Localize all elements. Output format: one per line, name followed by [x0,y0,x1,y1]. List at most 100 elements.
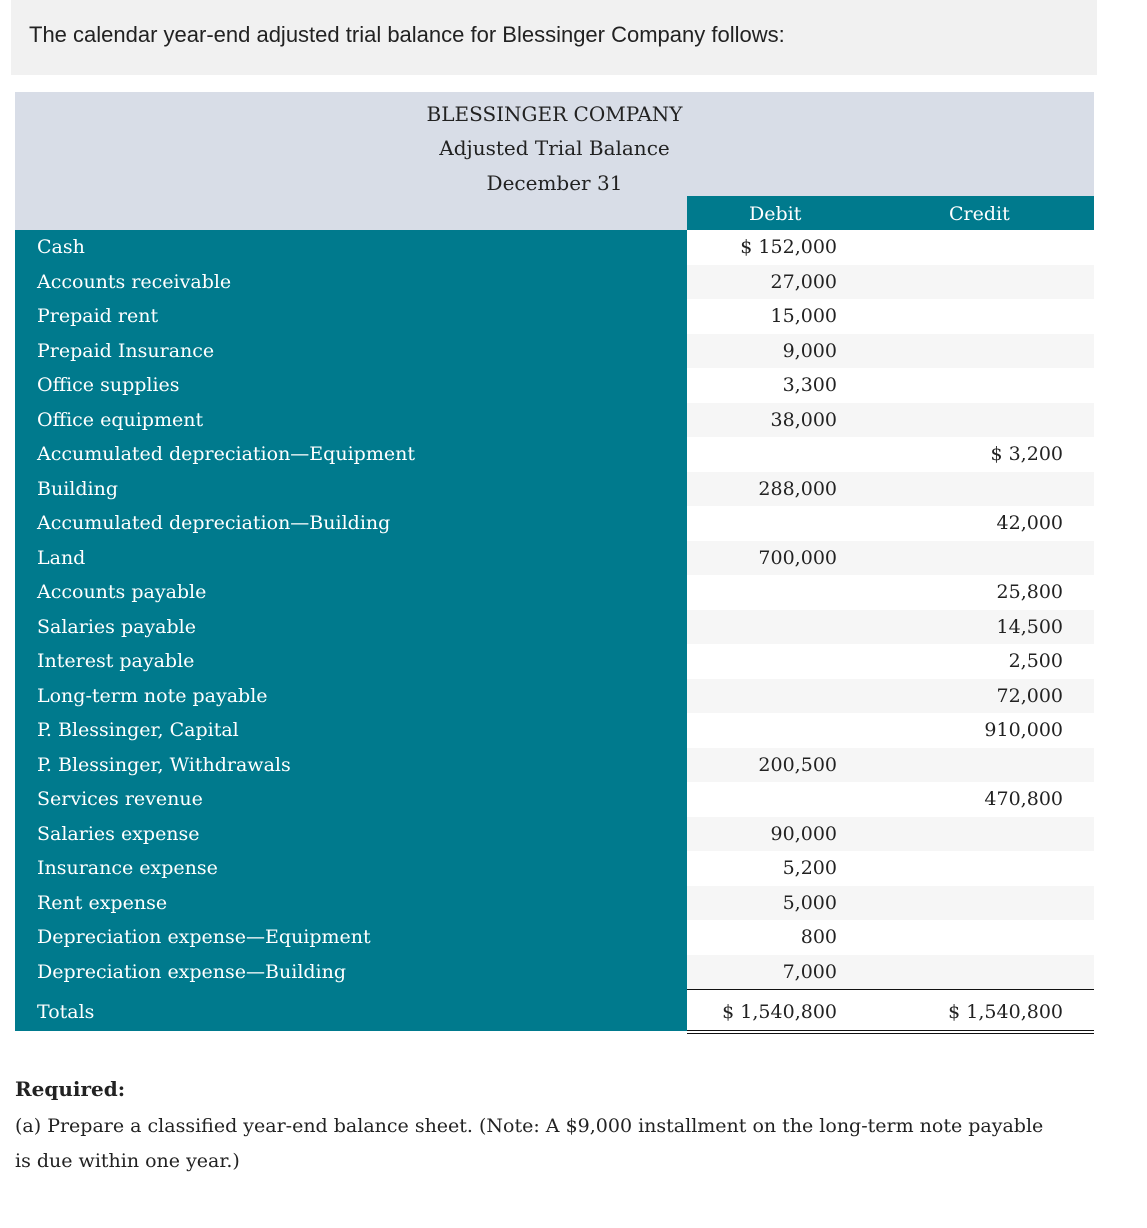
debit-amount: 200,500 [758,753,837,776]
account-cell: Office supplies [15,368,687,403]
account-name: Land [37,546,86,569]
table-row: Long-term note payable 72,000 [15,678,1094,713]
account-name: Accumulated depreciation—Equipment [37,443,415,465]
account-cell: Interest payable [15,644,687,679]
debit-amount: 5,000 [782,891,837,914]
credit-amount: 72,000 [996,684,1063,707]
credit-header: Credit [949,203,1010,225]
account-cell: Prepaid Insurance [15,333,687,368]
account-cell: Services revenue [15,782,687,817]
double-underline [687,1030,1094,1034]
table-row: Land 700,000 [15,540,1094,575]
debit-amount: 800 [800,926,837,948]
account-cell: Accounts receivable [15,264,687,299]
table-row: Prepaid Insurance 9,000 [15,333,1094,368]
intro-banner: The calendar year-end adjusted trial bal… [11,0,1097,75]
debit-amount: 9,000 [782,339,837,362]
account-name: Salaries payable [37,615,196,638]
table-row: Accounts receivable 27,000 [15,264,1094,299]
table-row: Salaries expense 90,000 [15,816,1094,851]
total-credit: $ 1,540,800 [948,1001,1063,1023]
debit-header: Debit [749,203,802,225]
table-row: Building 288,000 [15,471,1094,506]
company-name: BLESSINGER COMPANY [426,102,683,126]
table-row: Depreciation expense—Equipment 800 [15,920,1094,955]
trial-balance-table: BLESSINGER COMPANY Adjusted Trial Balanc… [15,92,1094,1034]
debit-amount: 38,000 [770,408,837,431]
table-row: P. Blessinger, Withdrawals 200,500 [15,747,1094,782]
account-cell: Depreciation expense—Building [15,954,687,989]
credit-amount: 14,500 [996,615,1063,638]
table-row: Cash $ 152,000 [15,230,1094,265]
table-row: Accounts payable 25,800 [15,575,1094,610]
table-row: Prepaid rent 15,000 [15,299,1094,334]
debit-amount: $ 152,000 [740,236,837,258]
credit-amount: 42,000 [996,512,1063,534]
credit-amount: 2,500 [1008,650,1063,672]
debit-amount: 5,200 [782,857,837,879]
debit-amount: 90,000 [770,822,837,845]
debit-amount: 288,000 [758,477,837,500]
account-name: P. Blessinger, Withdrawals [37,753,291,776]
account-cell: Cash [15,230,687,265]
account-cell: Accounts payable [15,575,687,610]
table-row: Rent expense 5,000 [15,885,1094,920]
account-name: Cash [37,236,85,258]
required-section: Required: (a) Prepare a classified year-… [15,1077,1065,1179]
credit-amount: 25,800 [996,581,1063,603]
table-row: Salaries payable 14,500 [15,609,1094,644]
account-cell: Depreciation expense—Equipment [15,920,687,955]
statement-title: Adjusted Trial Balance [439,136,670,160]
table-row: Office supplies 3,300 [15,368,1094,403]
account-cell: Accumulated depreciation—Equipment [15,437,687,472]
account-cell: Office equipment [15,402,687,437]
totals-row: Totals $ 1,540,800 $ 1,540,800 [15,989,1094,1034]
account-name: Long-term note payable [37,684,268,707]
account-cell: Prepaid rent [15,299,687,334]
table-row: Depreciation expense—Building 7,000 [15,954,1094,989]
debit-amount: 15,000 [770,305,837,327]
account-name: Building [37,477,118,500]
account-name: Prepaid rent [37,305,159,327]
account-name: Insurance expense [37,857,218,879]
account-name: Interest payable [37,650,195,672]
required-heading: Required: [15,1077,126,1101]
table-header: BLESSINGER COMPANY Adjusted Trial Balanc… [15,92,1094,230]
totals-label: Totals [37,1001,95,1023]
credit-amount: 910,000 [984,719,1063,741]
column-headers: Debit Credit [687,196,1094,230]
account-name: Accounts payable [37,581,207,603]
debit-amount: 700,000 [758,546,837,569]
intro-text: The calendar year-end adjusted trial bal… [29,22,785,47]
table-row: P. Blessinger, Capital 910,000 [15,713,1094,748]
account-cell: Long-term note payable [15,678,687,713]
account-name: P. Blessinger, Capital [37,719,239,741]
account-name: Depreciation expense—Building [37,960,347,983]
debit-amount: 7,000 [782,960,837,983]
account-cell: P. Blessinger, Withdrawals [15,747,687,782]
account-cell: Salaries expense [15,816,687,851]
account-cell: Accumulated depreciation—Building [15,506,687,541]
table-row: Interest payable 2,500 [15,644,1094,679]
table-row: Accumulated depreciation—Equipment $ 3,20… [15,437,1094,472]
table-row: Insurance expense 5,200 [15,851,1094,886]
total-rule [687,989,1094,990]
account-name: Office equipment [37,408,204,431]
credit-amount: 470,800 [984,788,1063,810]
account-name: Prepaid Insurance [37,339,215,362]
account-name: Accounts receivable [37,270,232,293]
table-row: Services revenue 470,800 [15,782,1094,817]
account-rows: Cash $ 152,000 Accounts receivable 27,000 Pr… [15,230,1094,1034]
table-row: Accumulated depreciation—Building 42,000 [15,506,1094,541]
account-name: Depreciation expense—Equipment [37,926,371,948]
account-name: Rent expense [37,891,168,914]
account-name: Services revenue [37,788,203,810]
total-debit: $ 1,540,800 [722,1001,837,1023]
account-name: Office supplies [37,374,180,396]
account-cell: P. Blessinger, Capital [15,713,687,748]
account-name: Accumulated depreciation—Building [37,512,391,534]
account-cell: Insurance expense [15,851,687,886]
account-name: Salaries expense [37,822,200,845]
statement-date: December 31 [486,171,623,195]
table-row: Office equipment 38,000 [15,402,1094,437]
